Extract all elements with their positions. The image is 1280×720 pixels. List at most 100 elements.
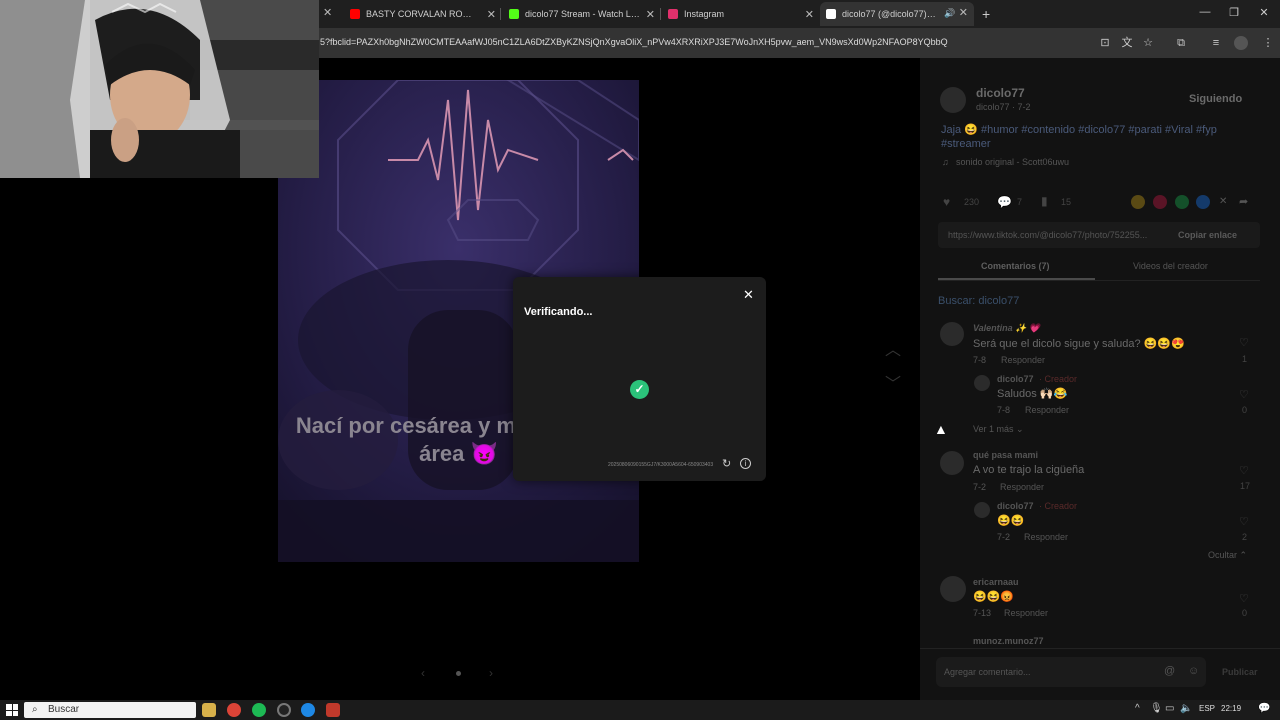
- reply-button[interactable]: Responder: [1004, 608, 1048, 618]
- close-icon[interactable]: ✕: [743, 287, 754, 303]
- reply-button[interactable]: Responder: [1025, 405, 1069, 415]
- chrome-icon[interactable]: [227, 703, 241, 717]
- tab-creator-videos[interactable]: Videos del creador: [1133, 261, 1208, 271]
- comment-username[interactable]: munoz.munoz77: [973, 636, 1044, 646]
- comment-like-icon[interactable]: ♡: [1239, 388, 1249, 401]
- creator-username[interactable]: dicolo77: [976, 86, 1025, 100]
- reply-username[interactable]: dicolo77: [997, 374, 1034, 384]
- profile-avatar[interactable]: [1234, 36, 1248, 50]
- comment-icon[interactable]: 💬: [997, 195, 1012, 209]
- reply-text: 😆😆: [997, 515, 1025, 527]
- creator-badge: · Creador: [1039, 501, 1078, 511]
- creator-reply-avatar[interactable]: [974, 375, 990, 391]
- carousel-dot: [456, 671, 461, 676]
- reading-list-icon[interactable]: ≡: [1209, 36, 1223, 50]
- search-suggestion[interactable]: Buscar: dicolo77: [938, 295, 1019, 307]
- following-button[interactable]: Siguiendo: [1189, 93, 1242, 105]
- refresh-icon[interactable]: ↻: [722, 457, 731, 470]
- comment-text: A vo te trajo la cigüeña: [973, 464, 1085, 476]
- creator-reply-avatar[interactable]: [974, 502, 990, 518]
- tab-close-icon[interactable]: ✕: [646, 8, 655, 21]
- reply-date: 7-8: [997, 405, 1011, 415]
- x-share-icon[interactable]: ✕: [1219, 196, 1227, 207]
- publish-button[interactable]: Publicar: [1222, 667, 1258, 677]
- tab-close-icon[interactable]: ✕: [487, 8, 496, 21]
- previous-post-icon[interactable]: ︿: [885, 336, 901, 360]
- bookmark-icon[interactable]: ▮: [1041, 194, 1048, 208]
- capcut-icon[interactable]: [326, 703, 340, 717]
- tab-close-icon[interactable]: ✕: [805, 8, 814, 21]
- facebook-share-icon[interactable]: [1196, 195, 1210, 209]
- tray-chevron-icon[interactable]: ^: [1135, 703, 1140, 714]
- music-note-icon: ♫: [942, 157, 949, 167]
- mention-icon[interactable]: @: [1164, 665, 1175, 677]
- url-text[interactable]: 5?fbclid=PAZXh0bgNhZW0CMTEAAafWJ05nC1ZLA…: [320, 37, 948, 47]
- creator-avatar[interactable]: [940, 87, 966, 113]
- obs-icon[interactable]: [277, 703, 291, 717]
- sound-name[interactable]: sonido original - Scott06uwu: [956, 157, 1069, 167]
- comment-input[interactable]: Agregar comentario... @ ☺: [936, 657, 1206, 687]
- tab-kick[interactable]: dicolo77 Stream - Watch Live o ✕: [509, 4, 655, 24]
- like-icon[interactable]: ♥: [943, 195, 950, 209]
- language-indicator[interactable]: ESP: [1199, 704, 1215, 713]
- emoji-icon[interactable]: ☺: [1188, 665, 1199, 677]
- dialog-title: Verificando...: [524, 306, 593, 318]
- tab-comments[interactable]: Comentarios (7): [981, 261, 1050, 271]
- whatsapp-share-icon[interactable]: [1175, 195, 1189, 209]
- taskbar-search[interactable]: ⌕ Buscar: [24, 702, 196, 718]
- commenter-avatar[interactable]: [940, 451, 964, 475]
- reply-button[interactable]: Responder: [1024, 532, 1068, 542]
- install-app-icon[interactable]: ⊡: [1098, 36, 1112, 50]
- reply-button[interactable]: Responder: [1000, 482, 1044, 492]
- app-icon[interactable]: [301, 703, 315, 717]
- windows-start-icon[interactable]: [6, 704, 18, 716]
- tab-close-icon[interactable]: ✕: [323, 6, 332, 19]
- menu-icon[interactable]: ⋮: [1261, 36, 1275, 50]
- translate-icon[interactable]: 文: [1120, 36, 1134, 50]
- send-share-icon[interactable]: [1153, 195, 1167, 209]
- post-link[interactable]: https://www.tiktok.com/@dicolo77/photo/7…: [948, 230, 1176, 240]
- info-icon[interactable]: i: [740, 458, 751, 469]
- microphone-icon[interactable]: 🎙: [1150, 703, 1163, 714]
- volume-icon[interactable]: 🔈: [1180, 703, 1192, 714]
- comment-username[interactable]: ericarnaau: [973, 577, 1019, 587]
- new-tab-button[interactable]: +: [982, 6, 990, 22]
- speaker-icon[interactable]: 🔊: [944, 8, 955, 19]
- maximize-button[interactable]: ❐: [1227, 6, 1241, 19]
- copy-link-button[interactable]: Copiar enlace: [1178, 230, 1237, 240]
- comment-date: 7-2: [973, 482, 987, 492]
- close-window-button[interactable]: ✕: [1257, 6, 1271, 19]
- network-icon[interactable]: ▭: [1165, 703, 1174, 714]
- notifications-icon[interactable]: 💬: [1258, 703, 1270, 714]
- file-explorer-icon[interactable]: [202, 703, 216, 717]
- tab-close-icon[interactable]: ✕: [959, 6, 968, 19]
- bookmark-star-icon[interactable]: ☆: [1141, 36, 1155, 50]
- reply-button[interactable]: Responder: [1001, 355, 1045, 365]
- reply-date: 7-2: [997, 532, 1011, 542]
- carousel-prev-icon[interactable]: ‹: [421, 666, 425, 680]
- comment-username[interactable]: Valentina ✨ 💗: [973, 323, 1040, 334]
- view-more-replies[interactable]: Ver 1 más ⌄: [973, 424, 1024, 435]
- tab-instagram[interactable]: Instagram ✕: [668, 4, 814, 24]
- extensions-icon[interactable]: ⧉: [1174, 36, 1188, 50]
- tab-tiktok[interactable]: dicolo77 (@dicolo77) | Tik 🔊 ✕: [820, 2, 974, 26]
- comment-like-icon[interactable]: ♡: [1239, 464, 1249, 477]
- reply-username[interactable]: dicolo77: [997, 501, 1034, 511]
- spotify-icon[interactable]: [252, 703, 266, 717]
- hide-replies[interactable]: Ocultar ⌃: [1208, 550, 1247, 561]
- minimize-button[interactable]: —: [1198, 6, 1212, 18]
- comment-like-icon[interactable]: ♡: [1239, 515, 1249, 528]
- comment-like-icon[interactable]: ♡: [1239, 592, 1249, 605]
- next-post-icon[interactable]: ﹀: [885, 370, 901, 394]
- creator-handle-date: dicolo77 · 7-2: [976, 102, 1031, 112]
- commenter-avatar[interactable]: [940, 576, 966, 602]
- carousel-next-icon[interactable]: ›: [489, 666, 493, 680]
- commenter-avatar[interactable]: [940, 322, 964, 346]
- clock[interactable]: 22:19: [1221, 704, 1241, 713]
- tab-youtube[interactable]: BASTY CORVALAN ROMPE EL S ✕: [350, 4, 496, 24]
- more-share-icon[interactable]: ➦: [1239, 195, 1248, 208]
- comment-username[interactable]: qué pasa mami: [973, 450, 1038, 460]
- embed-share-icon[interactable]: [1131, 195, 1145, 209]
- kick-icon: [509, 9, 519, 19]
- comment-like-icon[interactable]: ♡: [1239, 336, 1249, 349]
